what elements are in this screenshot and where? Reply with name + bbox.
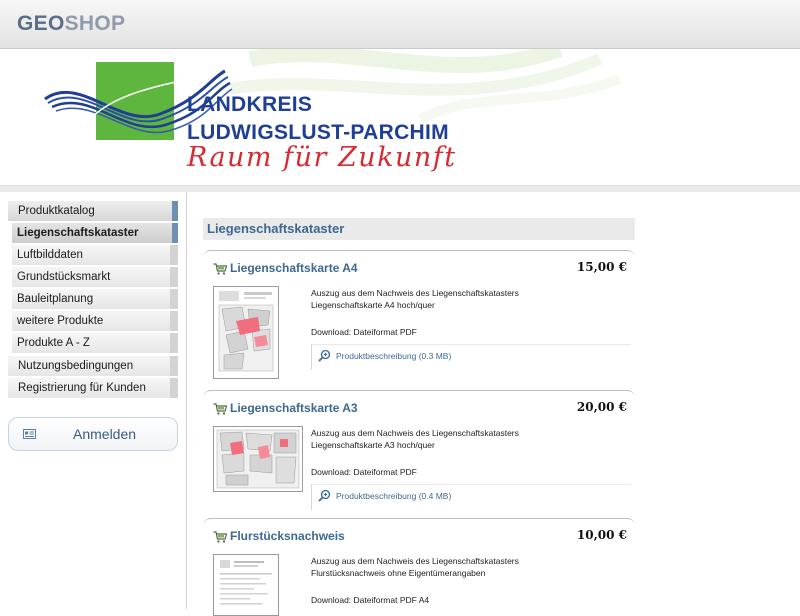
- product-price: 10,00 €: [576, 528, 627, 542]
- product-description-link-label[interactable]: Produktbeschreibung (0.4 MB): [336, 491, 451, 501]
- nav-rail: [170, 378, 178, 398]
- nav-item-label: Luftbilddaten: [17, 249, 83, 261]
- nav-item-label: Produktkatalog: [18, 205, 95, 217]
- product-thumbnail[interactable]: [213, 286, 279, 379]
- cart-icon[interactable]: [213, 531, 227, 543]
- nav-item-label: Grundstücksmarkt: [17, 271, 111, 283]
- product-title[interactable]: Flurstücksnachweis: [230, 529, 345, 543]
- district-name-line1: LANDKREIS: [187, 93, 313, 116]
- product-variant: Liegenschaftskarte A4 hoch/quer: [311, 300, 435, 310]
- banner: LANDKREIS LUDWIGSLUST-PARCHIM Raum für Z…: [0, 49, 800, 186]
- product-download-format: Download: Dateiformat PDF: [311, 467, 417, 477]
- product-card-liegenschaftskarte-a3: Liegenschaftskarte A3 20,00 € Auszug aus…: [203, 390, 635, 510]
- sidebar: Produktkatalog Liegenschaftskataster Luf…: [0, 192, 187, 609]
- geoshop-logo[interactable]: GEOSHOP: [17, 12, 125, 36]
- nav-item-label: Bauleitplanung: [17, 293, 94, 305]
- nav-item-registrierung[interactable]: Registrierung für Kunden: [8, 378, 178, 399]
- nav-rail: [170, 356, 178, 376]
- nav-item-label: Liegenschaftskataster: [17, 227, 139, 239]
- product-card-liegenschaftskarte-a4: Liegenschaftskarte A4 15,00 € Auszug aus…: [203, 250, 635, 382]
- product-thumbnail[interactable]: [213, 426, 303, 492]
- product-download-format: Download: Dateiformat PDF: [311, 327, 417, 337]
- nav-rail: [170, 245, 178, 265]
- nav-item-label: weitere Produkte: [17, 315, 104, 327]
- product-title[interactable]: Liegenschaftskarte A3: [230, 401, 358, 415]
- magnifier-icon: [318, 349, 331, 362]
- product-variant: Flurstücksnachweis ohne Eigentümerangabe…: [311, 568, 486, 578]
- main-content: Liegenschaftskataster Liegenschaftskarte…: [187, 192, 800, 616]
- product-thumbnail[interactable]: [213, 554, 279, 616]
- product-download-format: Download: Dateiformat PDF A4: [311, 595, 430, 605]
- cart-icon[interactable]: [213, 263, 227, 275]
- top-bar: GEOSHOP: [0, 0, 800, 49]
- cart-icon[interactable]: [213, 403, 227, 415]
- product-description-link[interactable]: Produktbeschreibung (0.4 MB): [311, 484, 631, 510]
- product-price: 15,00 €: [576, 260, 627, 274]
- magnifier-icon: [318, 489, 331, 502]
- nav-item-produktkatalog[interactable]: Produktkatalog: [8, 201, 178, 222]
- nav-item-label: Nutzungsbedingungen: [18, 360, 134, 372]
- nav-item-nutzungsbedingungen[interactable]: Nutzungsbedingungen: [8, 356, 178, 377]
- product-description: Auszug aus dem Nachweis des Liegenschaft…: [311, 556, 519, 566]
- nav-rail: [172, 223, 178, 243]
- nav-rail: [172, 201, 178, 221]
- nav-item-bauleitplanung[interactable]: Bauleitplanung: [12, 289, 178, 310]
- nav-rail: [170, 289, 178, 309]
- nav-item-label: Produkte A - Z: [17, 337, 90, 349]
- nav-rail: [170, 333, 178, 353]
- nav-item-liegenschaftskataster[interactable]: Liegenschaftskataster: [12, 223, 178, 244]
- product-description: Auszug aus dem Nachweis des Liegenschaft…: [311, 428, 519, 438]
- login-button[interactable]: Anmelden: [8, 417, 178, 451]
- login-button-label: Anmelden: [73, 426, 137, 442]
- district-slogan: Raum für Zukunft: [187, 142, 457, 173]
- nav-item-produkte-a-z[interactable]: Produkte A - Z: [12, 333, 178, 354]
- brand-part-shop: SHOP: [64, 12, 126, 35]
- nav-rail: [170, 311, 178, 331]
- product-price: 20,00 €: [576, 400, 627, 414]
- brand-part-geo: GEO: [17, 12, 65, 35]
- nav-item-weitere-produkte[interactable]: weitere Produkte: [12, 311, 178, 332]
- product-description: Auszug aus dem Nachweis des Liegenschaft…: [311, 288, 519, 298]
- product-variant: Liegenschaftskarte A3 hoch/quer: [311, 440, 435, 450]
- product-card-flurstuecksnachweis: Flurstücksnachweis 10,00 € Auszug aus de…: [203, 518, 635, 616]
- product-title[interactable]: Liegenschaftskarte A4: [230, 261, 358, 275]
- product-description-link-label[interactable]: Produktbeschreibung (0.3 MB): [336, 351, 451, 361]
- nav-rail: [170, 267, 178, 287]
- product-description-link[interactable]: Produktbeschreibung (0.3 MB): [311, 344, 631, 370]
- id-card-icon: [23, 429, 36, 439]
- nav-item-grundstuecksmarkt[interactable]: Grundstücksmarkt: [12, 267, 178, 288]
- section-title: Liegenschaftskataster: [203, 218, 635, 240]
- nav-item-luftbilddaten[interactable]: Luftbilddaten: [12, 245, 178, 266]
- nav-item-label: Registrierung für Kunden: [18, 382, 146, 394]
